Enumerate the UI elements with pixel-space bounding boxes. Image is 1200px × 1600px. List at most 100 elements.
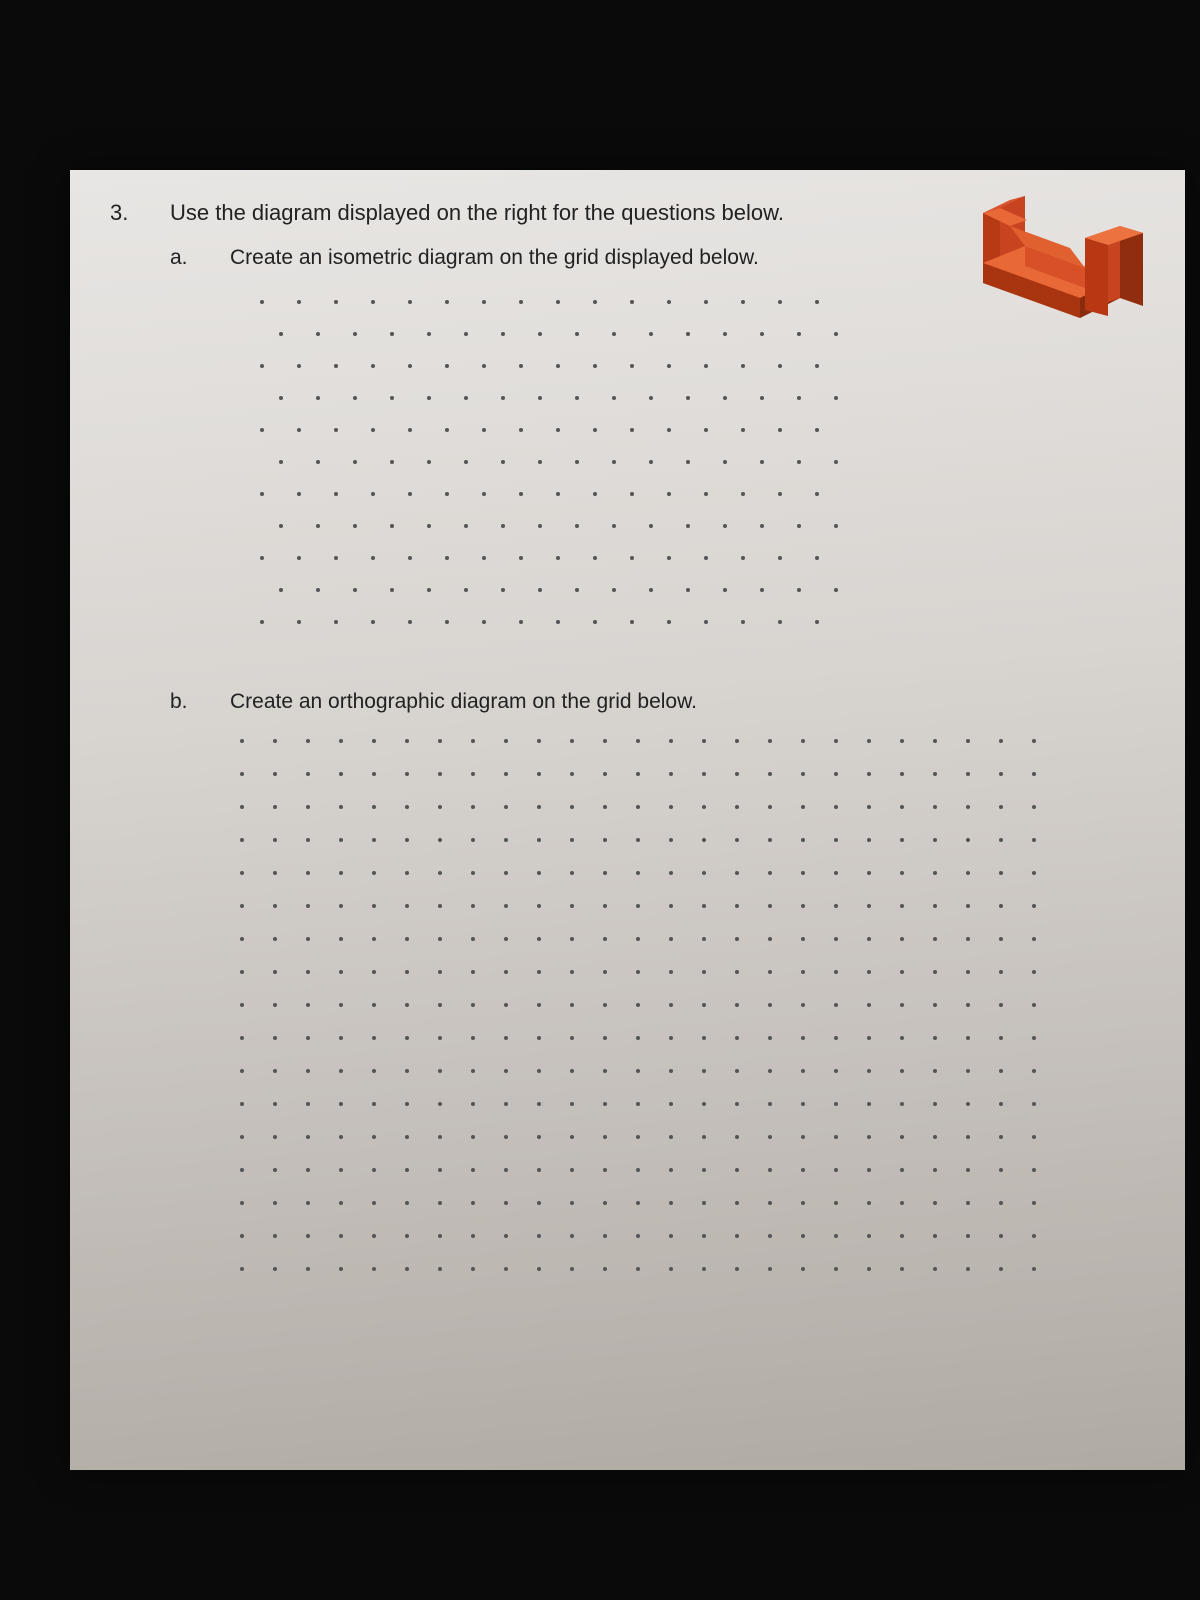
- ortho-grid-dot: [240, 805, 244, 809]
- ortho-grid-dot: [537, 772, 541, 776]
- ortho-grid-dot: [966, 904, 970, 908]
- ortho-grid-dot: [966, 970, 970, 974]
- ortho-grid-dot: [966, 1234, 970, 1238]
- ortho-grid-dot: [735, 1234, 739, 1238]
- ortho-grid-dot: [405, 1003, 409, 1007]
- ortho-grid-dot: [636, 871, 640, 875]
- ortho-grid-dot: [900, 904, 904, 908]
- ortho-grid-dot: [504, 1036, 508, 1040]
- ortho-grid-dot: [504, 1102, 508, 1106]
- iso-grid-dot: [445, 364, 449, 368]
- iso-grid-dot: [260, 428, 264, 432]
- ortho-grid-dot: [801, 970, 805, 974]
- ortho-grid-dot: [669, 1003, 673, 1007]
- ortho-grid-dot: [867, 1102, 871, 1106]
- iso-grid-dot: [704, 556, 708, 560]
- ortho-grid-dot: [966, 739, 970, 743]
- iso-grid-dot: [612, 396, 616, 400]
- ortho-grid-dot: [669, 1168, 673, 1172]
- iso-grid-dot: [630, 620, 634, 624]
- iso-grid-dot: [297, 428, 301, 432]
- reference-shape: [955, 178, 1155, 348]
- ortho-grid-dot: [339, 1168, 343, 1172]
- iso-grid-dot: [815, 620, 819, 624]
- iso-grid-dot: [501, 332, 505, 336]
- ortho-grid-dot: [867, 904, 871, 908]
- ortho-grid-dot: [570, 838, 574, 842]
- ortho-grid-dot: [471, 904, 475, 908]
- ortho-grid-dot: [867, 838, 871, 842]
- ortho-grid-dot: [867, 1069, 871, 1073]
- iso-grid-dot: [667, 492, 671, 496]
- iso-grid-dot: [723, 524, 727, 528]
- iso-grid-dot: [686, 396, 690, 400]
- iso-grid-dot: [797, 524, 801, 528]
- ortho-grid-dot: [240, 1069, 244, 1073]
- ortho-grid-dot: [306, 739, 310, 743]
- ortho-grid-dot: [999, 1201, 1003, 1205]
- ortho-grid-dot: [570, 904, 574, 908]
- ortho-grid-dot: [273, 871, 277, 875]
- iso-grid-dot: [538, 460, 542, 464]
- ortho-grid-dot: [537, 739, 541, 743]
- iso-grid-dot: [482, 364, 486, 368]
- iso-grid-dot: [297, 300, 301, 304]
- ortho-grid-dot: [306, 1069, 310, 1073]
- ortho-grid-dot: [801, 1201, 805, 1205]
- iso-grid-dot: [556, 556, 560, 560]
- iso-grid-dot: [297, 492, 301, 496]
- ortho-grid-dot: [867, 772, 871, 776]
- ortho-grid-dot: [801, 772, 805, 776]
- ortho-grid-dot: [471, 1102, 475, 1106]
- iso-grid-dot: [260, 300, 264, 304]
- ortho-grid-dot: [570, 805, 574, 809]
- ortho-grid-dot: [273, 937, 277, 941]
- ortho-grid-dot: [504, 739, 508, 743]
- ortho-grid-dot: [768, 1102, 772, 1106]
- ortho-grid-dot: [669, 739, 673, 743]
- ortho-grid-dot: [306, 838, 310, 842]
- ortho-grid-dot: [834, 871, 838, 875]
- iso-grid-dot: [371, 556, 375, 560]
- ortho-grid-dot: [339, 739, 343, 743]
- ortho-grid-dot: [669, 1069, 673, 1073]
- ortho-grid-dot: [801, 1003, 805, 1007]
- iso-grid-dot: [371, 620, 375, 624]
- ortho-grid-dot: [834, 838, 838, 842]
- ortho-grid-dot: [570, 937, 574, 941]
- ortho-grid-dot: [1032, 1201, 1036, 1205]
- ortho-grid-dot: [669, 1267, 673, 1271]
- ortho-grid-dot: [636, 1135, 640, 1139]
- ortho-grid-dot: [834, 1168, 838, 1172]
- iso-grid-dot: [353, 588, 357, 592]
- iso-grid-dot: [353, 460, 357, 464]
- ortho-grid-dot: [339, 871, 343, 875]
- ortho-grid-dot: [933, 1201, 937, 1205]
- ortho-grid-dot: [570, 871, 574, 875]
- ortho-grid-dot: [471, 1069, 475, 1073]
- ortho-grid-dot: [306, 937, 310, 941]
- ortho-grid-dot: [372, 1234, 376, 1238]
- iso-grid-dot: [371, 428, 375, 432]
- ortho-grid-dot: [240, 1201, 244, 1205]
- ortho-grid-dot: [372, 1267, 376, 1271]
- ortho-grid-dot: [834, 772, 838, 776]
- ortho-grid-dot: [669, 838, 673, 842]
- ortho-grid-dot: [702, 1003, 706, 1007]
- iso-grid-dot: [445, 300, 449, 304]
- ortho-grid-dot: [603, 937, 607, 941]
- iso-grid-dot: [408, 428, 412, 432]
- iso-grid-dot: [575, 588, 579, 592]
- ortho-grid-dot: [570, 1168, 574, 1172]
- iso-grid-dot: [612, 332, 616, 336]
- ortho-grid-dot: [900, 1267, 904, 1271]
- ortho-grid-dot: [471, 1036, 475, 1040]
- ortho-grid-dot: [768, 772, 772, 776]
- ortho-grid-dot: [669, 1234, 673, 1238]
- ortho-grid-dot: [636, 739, 640, 743]
- ortho-grid-dot: [306, 1036, 310, 1040]
- iso-grid-dot: [704, 492, 708, 496]
- ortho-grid-dot: [471, 838, 475, 842]
- ortho-grid-dot: [966, 1168, 970, 1172]
- ortho-grid-dot: [504, 871, 508, 875]
